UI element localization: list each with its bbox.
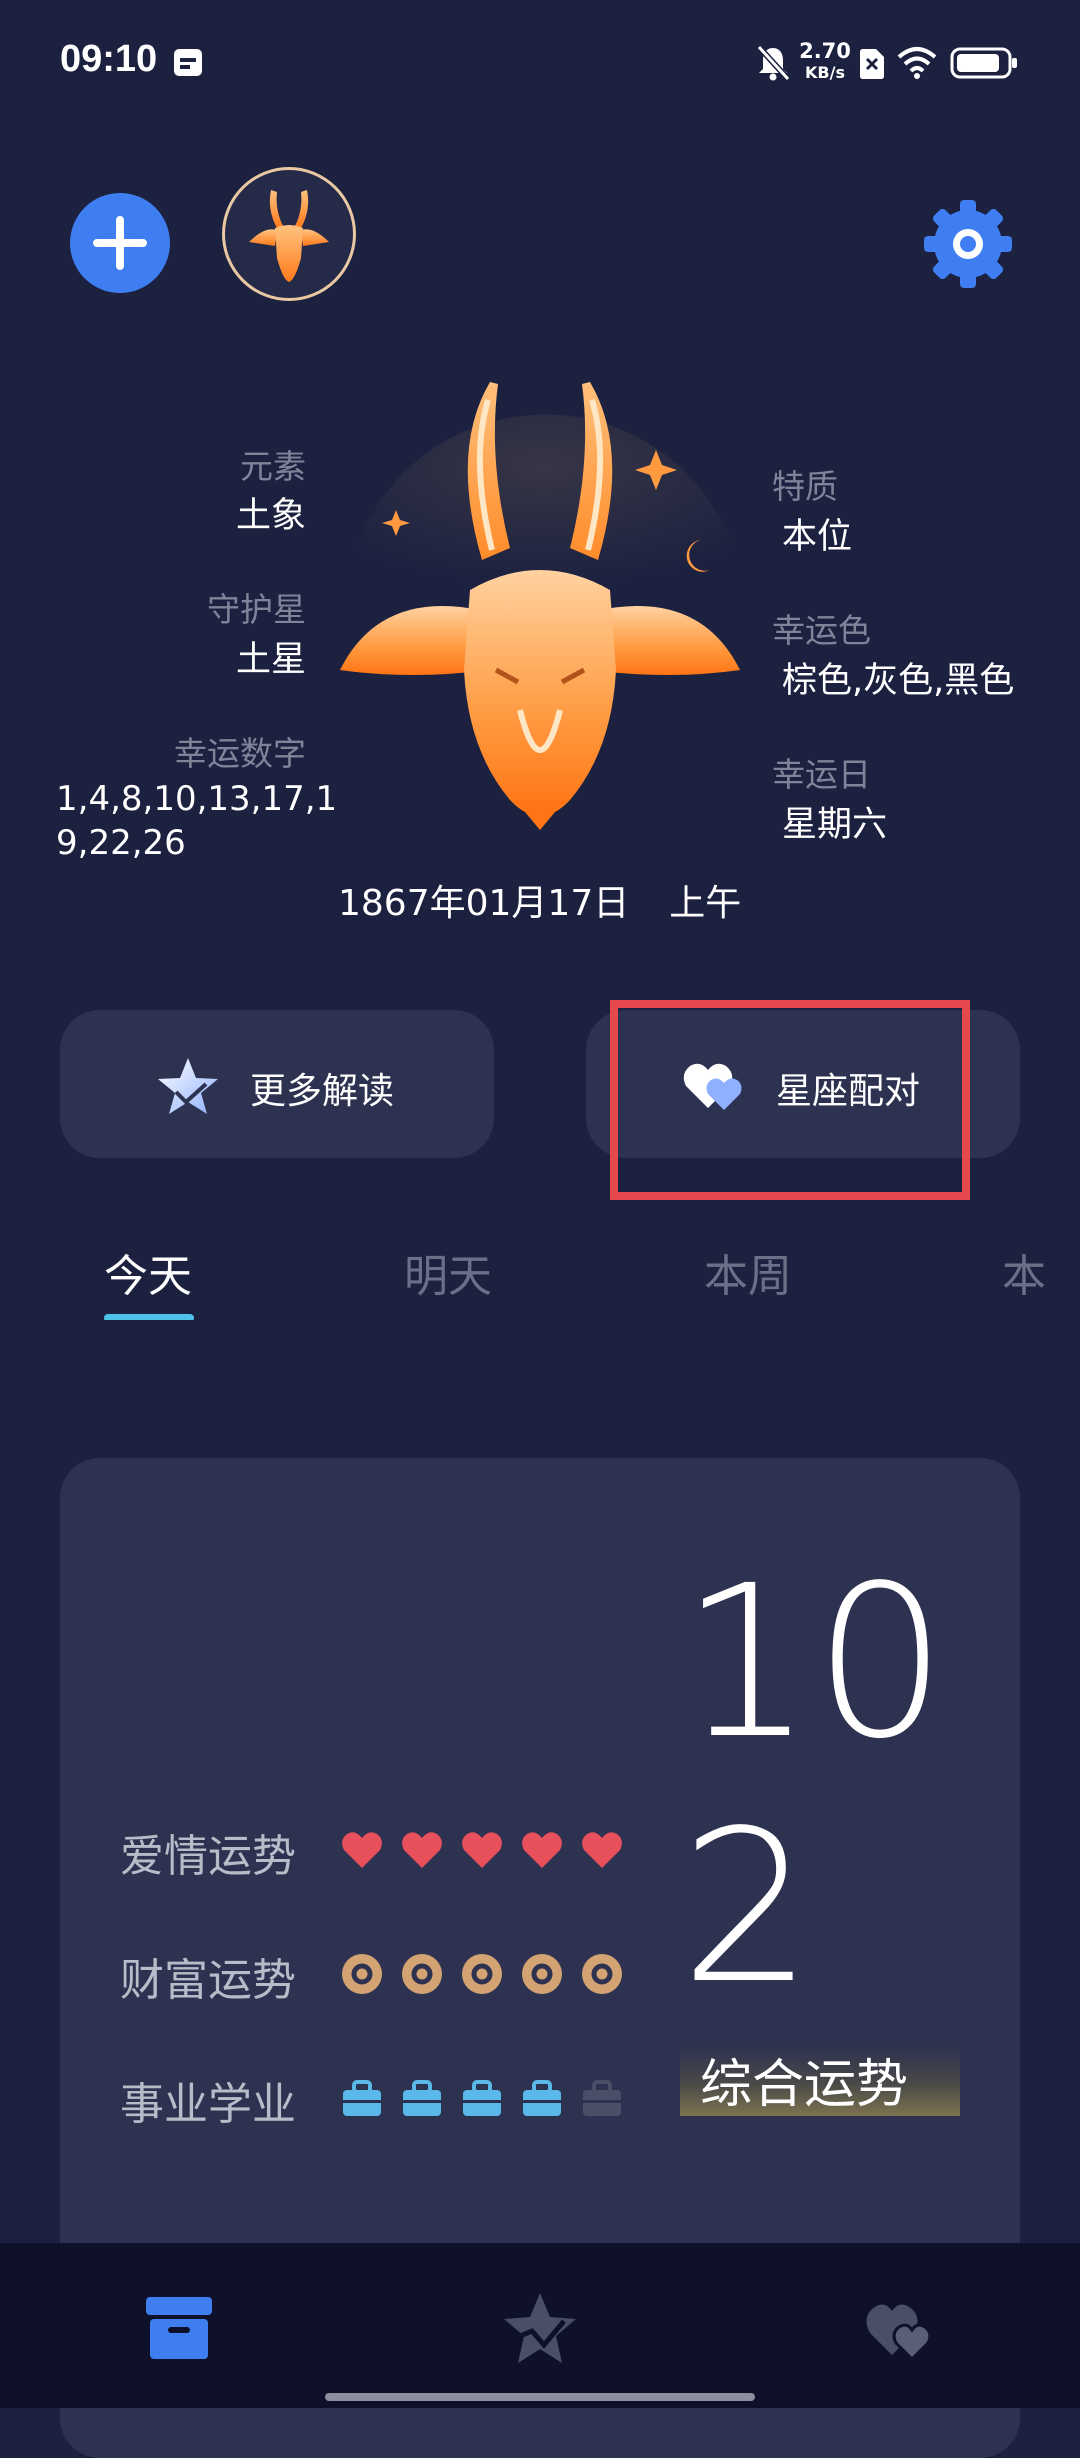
bottom-nav — [0, 2243, 1080, 2408]
briefcase-icon — [523, 2080, 561, 2116]
plus-icon — [93, 216, 147, 270]
lucky-day-label: 幸运日 — [772, 755, 871, 794]
summary-label: 综合运势 — [700, 2055, 909, 2115]
capricorn-icon — [249, 190, 329, 282]
element-label: 元素 — [240, 447, 306, 486]
tab-this-month[interactable]: 本月 — [1002, 1240, 1080, 1320]
tab-this-week[interactable]: 本周 — [704, 1240, 792, 1304]
date-number-2: 2 — [680, 1785, 814, 2030]
lucky-number-value: 1,4,8,10,13,17,1 9,22,26 — [56, 779, 338, 863]
heart-icon — [462, 1832, 502, 1868]
birth-period: 上午 — [669, 883, 742, 924]
gear-icon[interactable] — [920, 196, 1016, 292]
guardian-label: 守护星 — [207, 590, 306, 629]
guardian-value: 土星 — [235, 640, 306, 680]
battery-icon — [950, 47, 1017, 79]
love-label: 爱情运势 — [120, 1831, 296, 1882]
more-reading-label: 更多解读 — [250, 1071, 395, 1112]
love-rating — [340, 1820, 680, 1880]
element-value: 土象 — [235, 496, 306, 536]
more-reading-button[interactable]: 更多解读 — [60, 1010, 494, 1158]
career-rating — [340, 2068, 680, 2128]
briefcase-icon — [343, 2080, 381, 2116]
star-icon — [158, 1058, 218, 1114]
status-time: 09:10 — [60, 38, 158, 80]
lucky-color-label: 幸运色 — [772, 611, 871, 650]
trait-label: 特质 — [772, 467, 838, 506]
lucky-day-value: 星期六 — [782, 805, 888, 845]
add-button[interactable] — [70, 193, 170, 293]
coin-icon — [522, 1954, 562, 1994]
capricorn-illustration — [340, 382, 740, 830]
hearts-nav-icon[interactable] — [864, 2297, 938, 2361]
calendar-icon — [174, 49, 202, 76]
home-indicator — [325, 2393, 755, 2401]
lucky-color-value: 棕色,灰色,黑色 — [782, 661, 1015, 701]
star-chart-icon[interactable] — [500, 2291, 580, 2365]
lucky-number-label: 幸运数字 — [174, 734, 306, 773]
avatar[interactable] — [222, 167, 356, 301]
sim-x-icon — [860, 49, 884, 79]
tab-tomorrow[interactable]: 明天 — [404, 1240, 492, 1304]
highlight-box — [610, 1000, 970, 1200]
career-label: 事业学业 — [120, 2079, 296, 2130]
tab-today[interactable]: 今天 — [104, 1240, 192, 1304]
wealth-label: 财富运势 — [120, 1955, 296, 2006]
briefcase-icon — [403, 2080, 441, 2116]
heart-icon — [342, 1832, 382, 1868]
coin-icon — [582, 1954, 622, 1994]
heart-icon — [402, 1832, 442, 1868]
mute-icon — [756, 44, 790, 82]
heart-icon — [522, 1832, 562, 1868]
heart-icon — [582, 1832, 622, 1868]
box-icon[interactable] — [142, 2293, 216, 2363]
coin-icon — [402, 1954, 442, 1994]
date-number-1: 10 — [680, 1540, 948, 1785]
coin-icon — [342, 1954, 382, 1994]
net-speed: 2.70 KB/s — [799, 39, 851, 82]
period-tabs: 今天 明天 本周 本月 — [0, 1240, 1080, 1320]
briefcase-icon — [583, 2080, 621, 2116]
status-bar: 09:10 2.70 KB/s — [0, 0, 1080, 130]
wifi-icon — [897, 47, 937, 79]
birth-date: 1867年01月17日 上午 — [338, 883, 742, 924]
briefcase-icon — [463, 2080, 501, 2116]
coin-icon — [462, 1954, 502, 1994]
wealth-rating — [340, 1944, 680, 2004]
active-tab-indicator — [104, 1314, 194, 1320]
trait-value: 本位 — [782, 517, 853, 557]
